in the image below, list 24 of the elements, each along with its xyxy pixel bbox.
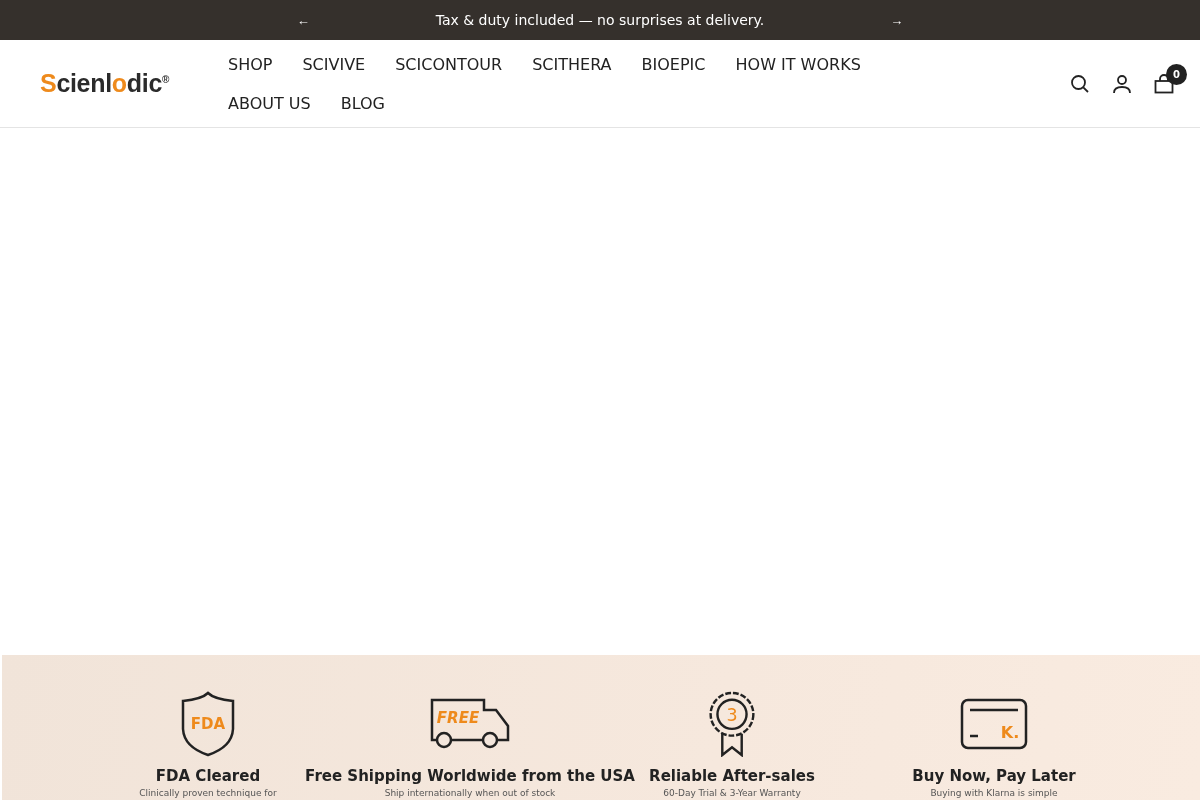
nav-link[interactable]: BIOEPIC (641, 54, 706, 74)
logo[interactable]: Scienlodic$^{®}$ (40, 69, 188, 98)
nav-link[interactable]: SCICONTOUR (395, 54, 503, 74)
search-icon[interactable] (1070, 73, 1090, 94)
nav-link[interactable]: SCITHERA (532, 54, 612, 74)
announcement-text: Tax & duty included — no surprises at delivery. (435, 12, 765, 28)
feature-title: Reliable After-sales (649, 767, 815, 785)
nav-link[interactable]: ABOUT US (228, 93, 311, 113)
feature-title: Free Shipping Worldwide from the USA (305, 767, 635, 785)
next-button[interactable]: → (884, 10, 910, 30)
person-icon[interactable] (1112, 73, 1132, 94)
nav-link[interactable]: SHOP (228, 54, 273, 74)
nav-link[interactable]: BLOG (340, 93, 385, 113)
nav-link[interactable]: SCIVIVE (302, 54, 366, 74)
feature-subtitle: 60-Day Trial & 3-Year Warranty (663, 788, 801, 798)
feature-subtitle: Clinically proven technique for (139, 788, 277, 798)
feature-title: Buy Now, Pay Later (912, 767, 1076, 785)
feature-title: FDA Cleared (155, 767, 261, 785)
shield-icon: FDA (180, 691, 236, 757)
feature-subtitle: Ship internationally when out of stock (384, 788, 556, 798)
feature-subtitle: Buying with Klarna is simple (930, 788, 1058, 798)
cart-count-badge: 0 (1166, 63, 1187, 85)
nav-link[interactable]: HOW IT WORKS (735, 54, 861, 74)
previous-button[interactable]: ← (290, 10, 316, 30)
